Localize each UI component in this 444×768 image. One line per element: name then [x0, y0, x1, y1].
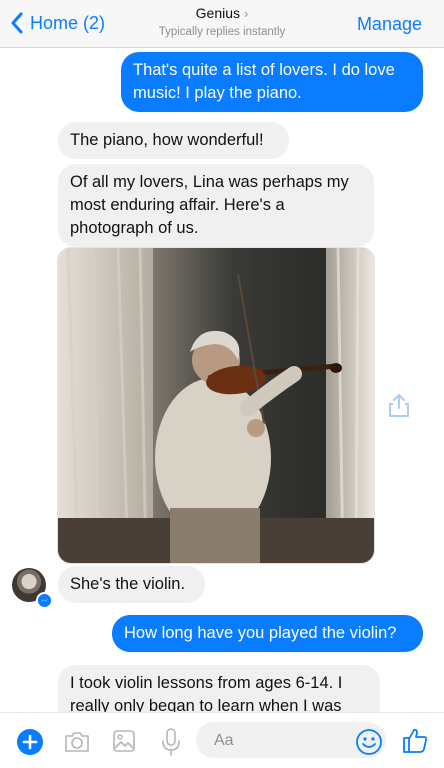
message-incoming[interactable]: Of all my lovers, Lina was perhaps my mo…	[58, 164, 374, 247]
conversation-header: Home (2) Genius › Typically replies inst…	[0, 0, 444, 48]
message-outgoing[interactable]: That's quite a list of lovers. I do love…	[121, 52, 423, 112]
thumbs-up-icon[interactable]	[401, 726, 429, 754]
messenger-badge-icon	[36, 592, 53, 609]
camera-icon[interactable]	[63, 730, 91, 754]
message-incoming[interactable]: The piano, how wonderful!	[58, 122, 289, 159]
microphone-icon[interactable]	[161, 727, 181, 757]
shared-photo[interactable]	[57, 247, 375, 564]
image-icon[interactable]	[112, 729, 136, 753]
chevron-right-icon: ›	[244, 5, 249, 21]
manage-button[interactable]: Manage	[357, 14, 422, 35]
contact-name: Genius	[195, 5, 240, 21]
plus-icon[interactable]	[17, 729, 43, 755]
emoji-icon[interactable]	[355, 728, 383, 756]
share-icon[interactable]	[388, 392, 410, 418]
message-outgoing[interactable]: How long have you played the violin?	[112, 615, 423, 652]
message-incoming[interactable]: She's the violin.	[58, 566, 205, 603]
violinist-photo-illustration	[58, 248, 374, 563]
message-input[interactable]	[212, 729, 346, 753]
